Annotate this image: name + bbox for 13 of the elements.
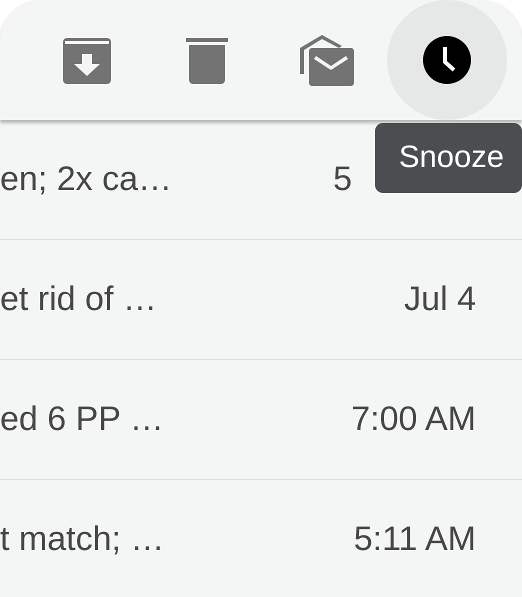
email-time: 7:00 AM: [351, 400, 476, 439]
envelope-icon: [299, 34, 355, 86]
trash-icon: [185, 36, 229, 84]
email-time: Jul 4: [404, 280, 476, 319]
tooltip: Snooze: [374, 123, 522, 193]
archive-icon: [63, 36, 111, 84]
email-time: 5:11 AM: [354, 520, 476, 559]
email-snippet: ed 6 PP …: [0, 400, 164, 439]
email-snippet: et rid of …: [0, 280, 157, 319]
clock-icon: [423, 36, 471, 84]
email-time: 5: [333, 160, 352, 199]
email-snippet: t match; …: [0, 520, 164, 559]
email-snippet: en; 2x ca…: [0, 160, 172, 199]
